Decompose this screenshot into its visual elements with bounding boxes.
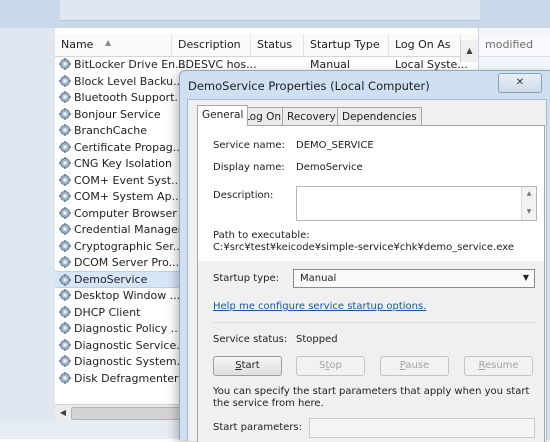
service-name: DemoService — [74, 272, 148, 286]
display-name-label: Display name: — [213, 162, 285, 173]
service-name: DHCP Client — [74, 305, 141, 319]
general-tab-panel: Service name: DEMO_SERVICE Display name:… — [197, 125, 545, 442]
service-gear-icon — [59, 289, 71, 301]
service-gear-icon — [59, 273, 71, 286]
service-status-value: Stopped — [296, 334, 338, 345]
startup-type-select[interactable]: Manual ▼ — [293, 269, 535, 288]
scroll-down-icon[interactable]: ▼ — [522, 208, 536, 215]
service-name: Diagnostic System... — [74, 355, 188, 368]
description-field[interactable]: ▲ ▼ — [296, 186, 537, 221]
service-name-label: Service name: — [213, 140, 285, 151]
service-name: Diagnostic Policy ... — [74, 322, 182, 335]
service-gear-icon — [59, 223, 71, 235]
display-name-value: DemoService — [296, 162, 363, 173]
window-title-area — [60, 0, 480, 21]
extended-pane-header[interactable]: modified — [479, 34, 550, 57]
service-gear-icon — [59, 124, 71, 136]
path-value: C:¥src¥test¥keicode¥simple-service¥chk¥d… — [213, 242, 514, 253]
dialog-body: General Log On Recovery Dependencies Ser… — [187, 99, 547, 442]
resume-button[interactable]: Resume — [464, 356, 533, 376]
service-gear-icon — [59, 322, 71, 334]
column-header-log-on-as[interactable]: Log On As — [389, 34, 461, 56]
help-configure-link[interactable]: Help me configure service startup option… — [213, 301, 426, 312]
modified-column-header: modified — [485, 38, 534, 51]
service-gear-icon — [59, 371, 71, 384]
service-name: Certificate Propag... — [74, 140, 184, 154]
service-name: Diagnostic Service... — [74, 338, 187, 352]
service-name: COM+ System Ap... — [74, 190, 183, 203]
service-name-value: DEMO_SERVICE — [296, 140, 374, 151]
service-name: Computer Browser — [74, 206, 177, 220]
properties-dialog: DemoService Properties (Local Computer) … — [179, 70, 550, 442]
service-status-label: Service status: — [213, 334, 288, 345]
service-name: Bonjour Service — [74, 107, 161, 121]
service-name: DCOM Server Pro... — [74, 256, 180, 269]
column-header-status[interactable]: Status — [251, 34, 304, 56]
service-name: Disk Defragmenter — [74, 371, 179, 385]
divider — [213, 322, 535, 323]
service-name: Block Level Backu... — [74, 74, 184, 88]
service-gear-icon — [59, 338, 71, 351]
description-scrollbar[interactable]: ▲ ▼ — [521, 187, 536, 220]
service-name: Bluetooth Support... — [74, 91, 185, 104]
path-label: Path to executable: — [213, 230, 310, 241]
start-button[interactable]: Start — [213, 356, 282, 376]
general-panel-lower: Startup type: Manual ▼ Help me configure… — [198, 261, 544, 442]
startup-type-label: Startup type: — [213, 273, 280, 284]
service-gear-icon — [59, 74, 71, 87]
services-list-header: Name ▲ Description Status Startup Type Lo… — [55, 34, 478, 62]
service-gear-icon — [59, 58, 71, 70]
pause-button[interactable]: Pause — [380, 356, 449, 376]
service-name: BitLocker Drive En... — [74, 58, 186, 71]
service-gear-icon — [59, 206, 71, 219]
service-name: COM+ Event Syst... — [74, 173, 182, 187]
start-parameters-input[interactable] — [309, 418, 535, 438]
column-header-description[interactable]: Description — [172, 34, 251, 56]
dialog-title: DemoService Properties (Local Computer) — [188, 79, 430, 93]
service-gear-icon — [59, 173, 71, 186]
service-gear-icon — [59, 256, 71, 268]
start-parameters-note: You can specify the start parameters tha… — [213, 386, 530, 409]
start-parameters-label: Start parameters: — [213, 422, 302, 433]
tab-dependencies[interactable]: Dependencies — [337, 107, 422, 125]
service-name: BranchCache — [74, 124, 148, 137]
chevron-down-icon: ▼ — [522, 273, 529, 282]
window-top-strip — [0, 0, 550, 28]
service-gear-icon — [59, 107, 71, 120]
scroll-left-arrow-icon[interactable]: ◀ — [57, 407, 69, 419]
column-header-startup-type[interactable]: Startup Type — [304, 34, 389, 56]
service-gear-icon — [59, 355, 71, 367]
service-gear-icon — [59, 239, 71, 252]
service-name: CNG Key Isolation — [74, 157, 172, 170]
tab-general[interactable]: General — [197, 105, 249, 126]
startup-type-value: Manual — [300, 273, 337, 284]
service-name: Credential Manager — [74, 223, 183, 236]
console-tree-pane — [0, 28, 56, 439]
service-gear-icon — [59, 157, 71, 169]
service-gear-icon — [59, 305, 71, 318]
sort-ascending-icon: ▲ — [105, 38, 112, 47]
stop-button[interactable]: Stop — [296, 356, 365, 376]
service-name: Cryptographic Ser... — [74, 239, 184, 253]
service-gear-icon — [59, 91, 71, 103]
service-gear-icon — [59, 190, 71, 202]
service-name: Desktop Window ... — [74, 289, 181, 302]
column-header-name[interactable]: Name ▲ — [55, 34, 172, 56]
scroll-up-icon[interactable]: ▲ — [522, 190, 536, 197]
close-button[interactable]: ✕ — [498, 73, 542, 93]
service-gear-icon — [59, 140, 71, 153]
tab-recovery[interactable]: Recovery — [282, 107, 341, 125]
description-label: Description: — [213, 190, 274, 201]
